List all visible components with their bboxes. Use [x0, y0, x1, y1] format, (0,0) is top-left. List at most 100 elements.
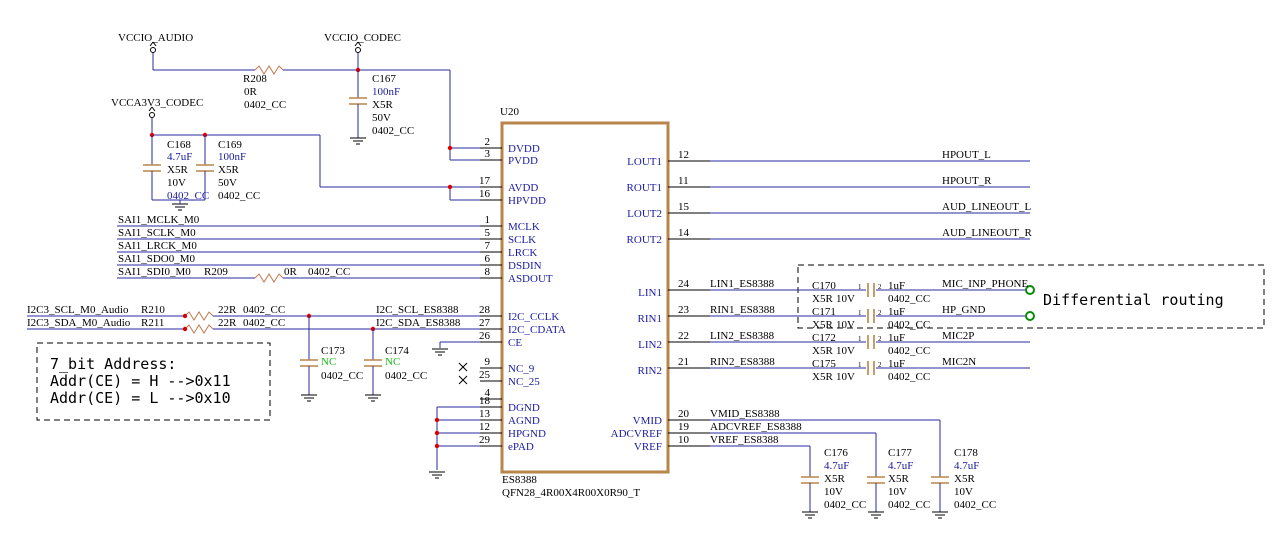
power-label-vccio-codec: VCCIO_CODEC: [324, 32, 401, 44]
pin-name: ADCVREF: [611, 428, 662, 440]
net-rin2: RIN2_ES8388: [710, 356, 775, 368]
pin-number: 25: [479, 369, 491, 381]
pin-name: DSDIN: [508, 260, 542, 272]
net-lin2: LIN2_ES8388: [710, 330, 775, 342]
c174-package: 0402_CC: [385, 370, 427, 382]
junction-dot: [434, 443, 440, 449]
c172-package: 0402_CC: [888, 345, 930, 357]
net-hpout-r: HPOUT_R: [942, 175, 992, 187]
net-sai-sdi0: SAI1_SDI0_M0: [118, 266, 191, 278]
c177-value: 4.7uF: [888, 460, 913, 472]
c168-value: 4.7uF: [167, 151, 192, 163]
pin-name: HPGND: [508, 428, 546, 440]
net-adcvref: ADCVREF_ES8388: [710, 421, 802, 433]
pin-number: 23: [678, 304, 690, 316]
pin-number: 16: [479, 188, 491, 200]
r210-package: 0402_CC: [243, 304, 285, 316]
r211-value: 22R: [218, 317, 237, 329]
pin-name: I2C_CDATA: [508, 324, 566, 336]
pin-number: 11: [678, 175, 689, 187]
address-note-high: Addr(CE) = H -->0x11: [50, 372, 231, 390]
pin-name: ROUT2: [627, 234, 662, 246]
junction-dot: [182, 313, 188, 319]
net-i2c-scl-in: I2C3_SCL_M0_Audio: [27, 304, 129, 316]
c172-value: 1uF: [888, 332, 905, 344]
c175-value: 1uF: [888, 358, 905, 370]
c170-package: 0402_CC: [888, 293, 930, 305]
pin-number: 5: [485, 227, 491, 239]
pin-name: ASDOUT: [508, 273, 553, 285]
pin-name: ePAD: [508, 441, 534, 453]
power-label-vcca3v3-codec: VCCA3V3_CODEC: [111, 97, 203, 109]
net-i2c-scl: I2C_SCL_ES8388: [376, 304, 459, 316]
c175-dielectric: X5R: [812, 371, 833, 383]
c175-ref: C175: [812, 358, 836, 370]
input-coupling: Differential routing LIN1_ES8388 C170 X5…: [710, 264, 1265, 383]
c172-pin1-mark: 1: [858, 335, 862, 343]
resistor-r209: [254, 273, 284, 283]
net-sai-mclk: SAI1_MCLK_M0: [118, 214, 200, 226]
pin-name: AGND: [508, 415, 540, 427]
net-aud-lineout-r: AUD_LINEOUT_R: [942, 227, 1032, 239]
pin-name: RIN1: [638, 313, 662, 325]
pin-number: 19: [678, 421, 690, 433]
r208-package: 0402_CC: [244, 99, 286, 111]
pin-name: SCLK: [508, 234, 536, 246]
pin-number: 6: [485, 253, 491, 265]
pin-number: 18: [479, 395, 491, 407]
pin-number: 22: [678, 330, 689, 342]
pin-name: LIN1: [638, 287, 662, 299]
power-section: VCCIO_AUDIO VCCIO_CODEC VCCA3V3_CODEC R2…: [111, 32, 480, 211]
c178-ref: C178: [954, 447, 978, 459]
c177-package: 0402_CC: [888, 499, 930, 511]
pin-name: ROUT1: [627, 182, 662, 194]
net-mic-inp: MIC_INP_PHONE: [942, 278, 1028, 290]
net-vmid: VMID_ES8388: [710, 408, 780, 420]
c173-value: NC: [321, 356, 336, 368]
pin-name: LOUT2: [627, 208, 662, 220]
r210-ref: R210: [141, 304, 165, 316]
pin-name: I2C_CCLK: [508, 311, 559, 323]
chip-package: QFN28_4R00X4R00X0R90_T: [502, 487, 640, 499]
ground-symbol: [428, 471, 446, 479]
pin-name: CE: [508, 337, 522, 349]
pin-name: DVDD: [508, 143, 540, 155]
c172-dielectric: X5R: [812, 345, 833, 357]
pin-name: PVDD: [508, 155, 538, 167]
power-label-vccio-audio: VCCIO_AUDIO: [118, 32, 193, 44]
chip-ref: U20: [500, 106, 519, 118]
chip-name: ES8388: [502, 474, 537, 486]
net-lin1: LIN1_ES8388: [710, 278, 775, 290]
junction-dot: [434, 430, 440, 436]
c175-package: 0402_CC: [888, 371, 930, 383]
pin-name: LOUT1: [627, 156, 662, 168]
c173-package: 0402_CC: [321, 370, 363, 382]
c169-dielectric: X5R: [218, 164, 239, 176]
pin-number: 27: [479, 317, 491, 329]
junction-dot: [447, 184, 453, 190]
schematic-sheet: VCCIO_AUDIO VCCIO_CODEC VCCA3V3_CODEC R2…: [27, 32, 1265, 519]
c169-voltage: 50V: [218, 177, 237, 189]
c170-ref: C170: [812, 280, 836, 292]
junction-dot: [182, 326, 188, 332]
pin-number: 10: [678, 434, 690, 446]
pin-number: 21: [678, 356, 689, 368]
c170-pin2-mark: 2: [878, 283, 882, 291]
pin-number: 17: [479, 175, 491, 187]
ground-pins: [428, 406, 480, 479]
pin-name: LRCK: [508, 247, 537, 259]
pin-name: DGND: [508, 402, 540, 414]
c171-voltage: 10V: [836, 319, 855, 331]
ground-symbol: [801, 511, 819, 519]
c174-value: NC: [385, 356, 400, 368]
c175-pin2-mark: 2: [878, 361, 882, 369]
net-aud-lineout-l: AUD_LINEOUT_L: [942, 201, 1031, 213]
output-nets: HPOUT_L HPOUT_R AUD_LINEOUT_L AUD_LINEOU…: [710, 149, 1032, 240]
c176-voltage: 10V: [824, 486, 843, 498]
net-rin1: RIN1_ES8388: [710, 304, 775, 316]
test-point: [1025, 311, 1035, 321]
c167-dielectric: X5R: [372, 99, 393, 111]
c177-dielectric: X5R: [888, 473, 909, 485]
ground-symbol: [300, 394, 318, 402]
c175-pin1-mark: 1: [858, 361, 862, 369]
